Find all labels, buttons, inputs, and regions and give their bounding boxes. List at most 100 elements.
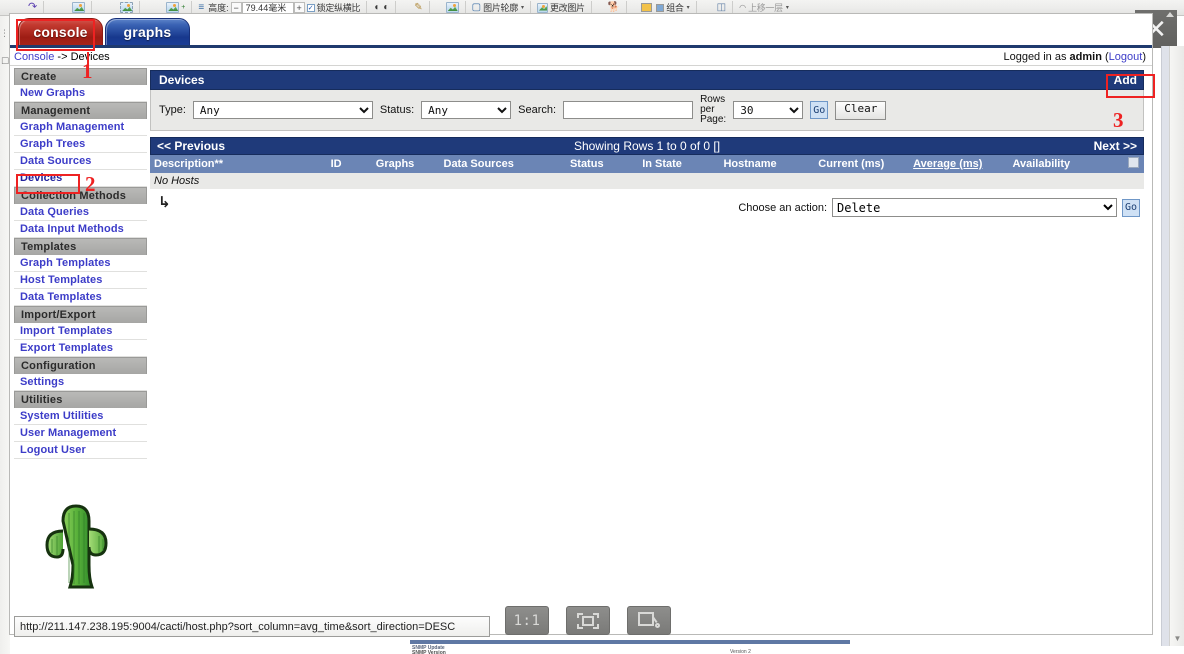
choose-action-label: Choose an action:: [738, 201, 827, 214]
action-select[interactable]: Delete: [832, 198, 1117, 217]
actual-size-button[interactable]: 1:1: [505, 606, 549, 635]
nav-header-configuration: Configuration: [14, 357, 147, 374]
pager-wrapper: << Previous Showing Rows 1 to 0 of 0 [] …: [150, 137, 1144, 155]
col-current-ms[interactable]: Current (ms): [813, 155, 910, 173]
bring-forward-button[interactable]: ◠ 上移一层 ▾: [737, 1, 791, 15]
content-area: Devices Add Type: Any Status: Any Search…: [150, 70, 1145, 630]
snapshot-icon: [638, 612, 660, 629]
sidebar-item-logout-user[interactable]: Logout User: [14, 442, 147, 459]
action-go-button[interactable]: Go: [1122, 198, 1140, 217]
height-increase-button[interactable]: +: [293, 2, 305, 13]
cacti-page: console graphs Console -> Devices Logged…: [10, 14, 1152, 634]
rows-per-page-label: Rows per Page:: [700, 94, 727, 125]
rows-per-page-select[interactable]: 30: [733, 101, 804, 119]
nav-section-templates: Templates Graph Templates Host Templates…: [14, 238, 147, 306]
scroll-down-arrow-icon[interactable]: ▼: [1172, 633, 1183, 644]
picture-icon[interactable]: [70, 1, 87, 15]
sidebar-item-host-templates[interactable]: Host Templates: [14, 272, 147, 289]
filter-go-button[interactable]: Go: [810, 101, 829, 119]
shape-fill-swatch[interactable]: [639, 1, 654, 15]
nav-header-collection-methods: Collection Methods: [14, 187, 147, 204]
scroll-up-tick-icon: [1166, 12, 1174, 17]
status-select[interactable]: Any: [421, 101, 512, 119]
height-value-field[interactable]: 79.44毫米: [241, 1, 294, 14]
sidebar-item-data-sources[interactable]: Data Sources: [14, 153, 147, 170]
sidebar-item-settings[interactable]: Settings: [14, 374, 147, 391]
tab-console-label: console: [33, 24, 88, 40]
col-status[interactable]: Status: [565, 155, 639, 173]
scrollbar-thumb[interactable]: [1172, 48, 1182, 49]
contrast-icon[interactable]: ◐: [381, 1, 391, 15]
picture-outline-button[interactable]: ▢ 图片轮廓 ▾: [470, 1, 526, 15]
nav-header-management: Management: [14, 102, 147, 119]
empty-message: No Hosts: [150, 173, 1144, 189]
sidebar-item-new-graphs[interactable]: New Graphs: [14, 85, 147, 102]
col-select-all[interactable]: [1116, 155, 1145, 173]
search-input[interactable]: [563, 101, 694, 119]
sidebar-item-data-input-methods[interactable]: Data Input Methods: [14, 221, 147, 238]
annotation-number-3: 3: [1113, 108, 1124, 132]
brightness-icon[interactable]: ◖: [371, 1, 381, 15]
host-left-edge: [0, 16, 10, 654]
selection-pane-icon[interactable]: ◫: [715, 1, 728, 15]
height-decrease-button[interactable]: −: [230, 2, 242, 13]
breadcrumb-root[interactable]: Console: [14, 51, 54, 63]
sidebar-item-export-templates[interactable]: Export Templates: [14, 340, 147, 357]
lock-aspect-ratio-checkbox[interactable]: ✓ 锁定纵横比: [305, 1, 363, 15]
annotation-number-1: 1: [82, 59, 93, 83]
tab-console[interactable]: console: [18, 18, 103, 46]
nav-header-create: Create: [14, 68, 147, 85]
chevron-down-icon-2: ▾: [686, 5, 690, 11]
snapshot-button[interactable]: [627, 606, 671, 635]
nav-section-configuration: Configuration Settings: [14, 357, 147, 391]
col-hostname[interactable]: Hostname: [718, 155, 815, 173]
rotate-icon[interactable]: ↷: [26, 1, 39, 15]
host-ruler-mark-icon-2: ⋮: [0, 28, 9, 38]
col-graphs[interactable]: Graphs: [371, 155, 440, 173]
col-data-sources[interactable]: Data Sources: [439, 155, 566, 173]
height-label: 高度:: [208, 3, 229, 13]
group-button[interactable]: 组合 ▾: [654, 1, 691, 15]
col-availability[interactable]: Availability: [1007, 155, 1117, 173]
nav-header-templates: Templates: [14, 238, 147, 255]
background-doc-header: [410, 640, 850, 644]
tab-graphs-label: graphs: [123, 24, 172, 40]
col-in-state[interactable]: In State: [637, 155, 720, 173]
sidebar: Create New Graphs Management Graph Manag…: [14, 68, 147, 630]
background-document: SNMP Update SNMP Version Version 2: [300, 640, 860, 654]
corner-arrow-icon: ↳: [158, 194, 171, 211]
host-right-rail: [1161, 46, 1169, 646]
nav-section-import-export: Import/Export Import Templates Export Te…: [14, 306, 147, 357]
background-doc-line3: Version 2: [730, 649, 751, 654]
picture-style-icon[interactable]: [444, 1, 461, 15]
col-id[interactable]: ID: [326, 155, 372, 173]
sidebar-item-graph-management[interactable]: Graph Management: [14, 119, 147, 136]
select-all-checkbox[interactable]: [1128, 157, 1139, 168]
change-picture-button[interactable]: 更改图片: [535, 1, 587, 15]
col-description[interactable]: Description**: [150, 155, 327, 173]
next-page-link[interactable]: Next >>: [1094, 139, 1137, 153]
sidebar-item-data-templates[interactable]: Data Templates: [14, 289, 147, 306]
logout-link[interactable]: Logout: [1109, 51, 1143, 63]
sidebar-item-data-queries[interactable]: Data Queries: [14, 204, 147, 221]
host-scrollbar[interactable]: ▼: [1169, 46, 1184, 646]
sidebar-item-user-management[interactable]: User Management: [14, 425, 147, 442]
tab-graphs[interactable]: graphs: [105, 18, 190, 46]
nav-section-collection-methods: Collection Methods Data Queries Data Inp…: [14, 187, 147, 238]
sidebar-item-import-templates[interactable]: Import Templates: [14, 323, 147, 340]
col-average-ms[interactable]: Average (ms): [908, 155, 1009, 173]
fit-to-window-button[interactable]: [566, 606, 610, 635]
sidebar-item-devices[interactable]: Devices: [14, 170, 147, 187]
type-select[interactable]: Any: [192, 101, 373, 119]
sidebar-item-system-utilities[interactable]: System Utilities: [14, 408, 147, 425]
status-bar-url: http://211.147.238.195:9004/cacti/host.p…: [14, 616, 490, 637]
picture-add-icon[interactable]: +: [164, 1, 187, 15]
clipart-dog-icon[interactable]: 🐕: [606, 1, 622, 15]
filter-clear-button[interactable]: Clear: [835, 100, 887, 120]
sidebar-item-graph-trees[interactable]: Graph Trees: [14, 136, 147, 153]
sidebar-item-graph-templates[interactable]: Graph Templates: [14, 255, 147, 272]
add-device-button[interactable]: Add: [1114, 73, 1137, 87]
pencil-icon[interactable]: ✎: [412, 1, 424, 15]
background-doc-line2: SNMP Version: [412, 650, 446, 654]
picture-crop-icon[interactable]: [118, 1, 135, 15]
